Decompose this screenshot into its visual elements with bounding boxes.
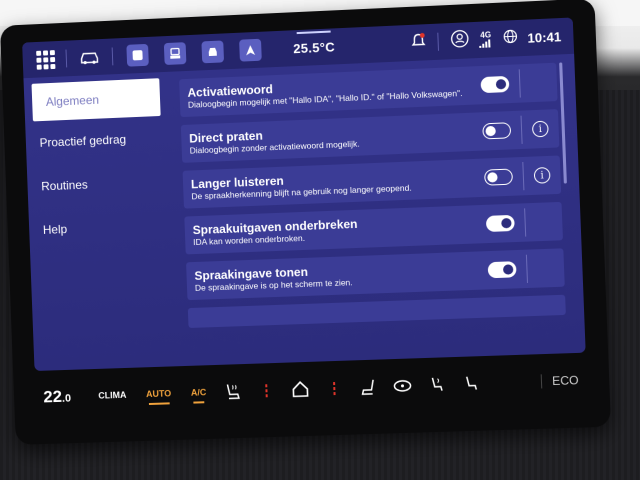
setting-row-langer-luisteren[interactable]: Langer luisteren De spraakherkenning bli… — [182, 155, 562, 209]
outside-temperature: 25.5°C — [292, 38, 336, 56]
navigation-arrow-icon[interactable] — [239, 38, 262, 62]
temperature-decimal: .0 — [61, 392, 72, 405]
sidebar-item-label: Algemeen — [45, 92, 100, 109]
scrollbar[interactable] — [559, 62, 567, 184]
sidebar-item-label: Routines — [41, 177, 88, 194]
setting-row-direct-praten[interactable]: Direct praten Dialoogbegin zonder activa… — [180, 109, 560, 163]
setting-row-partial[interactable] — [187, 294, 566, 329]
seat-ventilation-icon[interactable] — [454, 368, 490, 399]
spraakuitgaven-onderbreken-toggle[interactable] — [485, 214, 515, 233]
sidebar-item-proactief-gedrag[interactable]: Proactief gedrag — [25, 116, 168, 166]
info-icon[interactable]: i — [533, 166, 551, 184]
sidebar-item-label: Proactief gedrag — [39, 132, 127, 150]
heat-level-indicator — [249, 375, 284, 406]
signal-icon — [479, 39, 491, 48]
info-icon[interactable]: i — [531, 120, 549, 138]
rear-seat-icon[interactable] — [419, 369, 454, 400]
seat-heating-left-icon[interactable] — [216, 376, 251, 407]
divider — [111, 47, 114, 66]
square-app-icon[interactable] — [126, 43, 149, 67]
setting-row-spraakingave-tonen[interactable]: Spraakingave tonen De spraakingave is op… — [186, 248, 565, 301]
divider — [518, 69, 521, 98]
setting-row-activatiewoord[interactable]: Activatiewoord Dialoogbegin mogelijk met… — [179, 62, 558, 118]
sidebar-item-algemeen[interactable]: Algemeen — [31, 78, 161, 122]
globe-icon[interactable] — [503, 29, 518, 49]
activatiewoord-toggle[interactable] — [480, 75, 510, 94]
langer-luisteren-toggle[interactable] — [484, 168, 514, 186]
driver-temperature[interactable]: 22.0 — [35, 386, 89, 408]
home-icon[interactable] — [283, 374, 318, 405]
settings-list: Activatiewoord Dialoogbegin mogelijk met… — [171, 54, 576, 366]
car-icon[interactable] — [72, 39, 107, 76]
sidebar-item-label: Help — [42, 222, 68, 237]
steering-heat-icon[interactable] — [385, 370, 420, 401]
clima-button[interactable]: CLIMA — [88, 390, 136, 401]
temperature-main: 22 — [43, 386, 63, 407]
seat-app-icon[interactable] — [163, 42, 187, 66]
spraakingave-tonen-toggle[interactable] — [487, 261, 517, 279]
divider — [524, 208, 527, 237]
eco-button[interactable]: ECO — [540, 372, 588, 389]
sidebar-item-routines[interactable]: Routines — [27, 159, 170, 208]
heat-level-indicator — [317, 372, 352, 403]
profile-icon[interactable] — [450, 29, 469, 53]
seat-heating-right-icon[interactable] — [351, 371, 386, 402]
app-grid-icon[interactable] — [22, 41, 61, 78]
divider — [437, 32, 439, 51]
auto-button[interactable]: AUTO — [136, 388, 181, 399]
infotainment-screen: 25.5°C 4G 10:41 Algemeen Proactief gedra… — [22, 17, 586, 372]
notification-bell-icon[interactable] — [411, 32, 426, 54]
divider — [65, 49, 68, 68]
clock: 10:41 — [527, 28, 562, 46]
sidebar-item-help[interactable]: Help — [28, 203, 171, 252]
settings-sidebar: Algemeen Proactief gedrag Routines Help — [23, 72, 176, 371]
ac-button[interactable]: A/C — [181, 387, 217, 398]
divider — [525, 254, 528, 283]
vehicle-front-icon[interactable] — [201, 40, 225, 64]
infotainment-bezel: 25.5°C 4G 10:41 Algemeen Proactief gedra… — [0, 0, 612, 445]
direct-praten-toggle[interactable] — [482, 122, 512, 140]
setting-row-spraakuitgaven-onderbreken[interactable]: Spraakuitgaven onderbreken IDA kan worde… — [184, 201, 563, 255]
